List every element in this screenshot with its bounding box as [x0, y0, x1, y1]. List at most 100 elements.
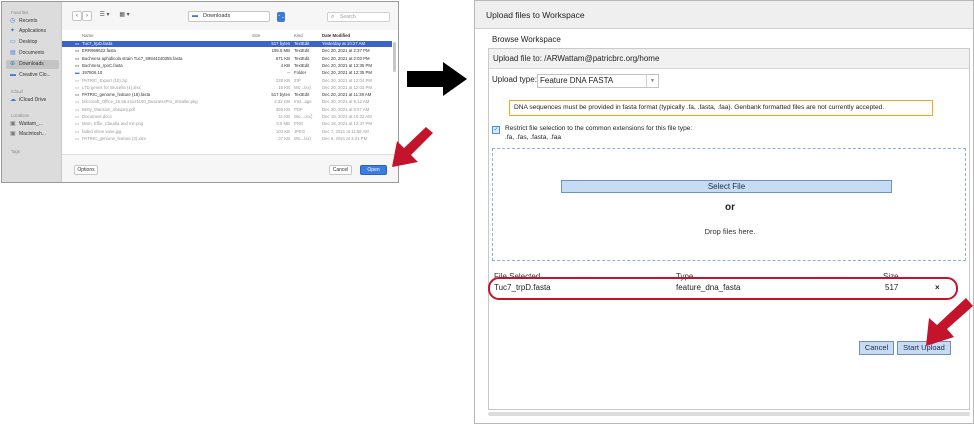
upload-files-dialog: Upload files to Workspace Browse Workspa… [474, 0, 974, 424]
file-row[interactable]: ▬ 197806.10 -- Folder Dec 20, 2021 at 12:35 … [62, 70, 392, 76]
chevron-updown-icon[interactable]: ⌃⌄ [277, 12, 285, 22]
sidebar-item-recents[interactable]: ◷ Recents [6, 17, 59, 26]
folder-icon: ▬ [75, 70, 80, 76]
file-row: ▭ PATRIC_genome_feature (3).xlsx 37 KB Mic.… [62, 136, 392, 142]
file-date: Dec 20, 2021 at 8:57 AM [322, 106, 370, 112]
sidebar-heading-tags: Tags [11, 149, 20, 154]
file-open-dialog: Favorites ◷ Recents ✦ Applications ▭ Deskto… [1, 1, 399, 183]
file-name: Microsoft_Office_16.56.21121100_Business… [82, 99, 198, 105]
file-name: Betty_Mansion_obituary.pdf [82, 106, 135, 112]
file-row: ▭ LTD genes for Brucella (4).xlsx 16 KB Mic… [62, 85, 392, 91]
file-icon: ▭ [75, 114, 80, 119]
browse-workspace-link[interactable]: Browse Workspace [492, 35, 561, 44]
file-drop-zone[interactable]: Select File or Drop files here. [492, 148, 966, 261]
file-row[interactable]: ▭ Buchnera_rpoC.fasta 4 KB TextEdit Dec 20, … [62, 63, 392, 69]
remove-file-icon[interactable]: × [935, 281, 940, 295]
file-icon: ▭ [75, 135, 80, 141]
column-name[interactable]: Name [82, 33, 93, 38]
file-date: Dec 20, 2021 at 12:03 PM [322, 84, 372, 90]
sidebar-item-macintosh[interactable]: ▣ Macintosh... [6, 130, 59, 139]
file-date: Dec 20, 2021 at 12:35 PM [322, 70, 372, 76]
drop-files-hint: Drop files here. [704, 227, 756, 236]
format-warning: DNA sequences must be provided in fasta … [509, 100, 933, 116]
options-button[interactable]: Options [74, 165, 98, 175]
file-name: Document.docx [82, 114, 112, 119]
folder-icon: ▬ [192, 13, 198, 19]
location-dropdown[interactable]: ▬ Downloads ⌃⌄ [188, 11, 285, 22]
sidebar-heading-locations: Locations [11, 113, 29, 118]
cancel-button[interactable]: Cancel [329, 165, 352, 175]
folder-icon: ▬ [10, 72, 16, 78]
column-date-modified[interactable]: Date Modified [322, 33, 350, 38]
file-size: 517 bytes [271, 41, 290, 46]
column-type: Type [676, 272, 694, 281]
sidebar-heading-icloud: iCloud [11, 89, 23, 94]
file-size: -- [287, 70, 290, 76]
search-icon: ⌕ [331, 14, 335, 20]
file-size: 11 KB [278, 114, 290, 119]
file-size: 228 KB [275, 77, 290, 83]
file-icon: ▭ [75, 128, 80, 134]
file-row[interactable]: ▭ Buchnera aphidicola strain Tuc7_5984424… [62, 56, 392, 62]
file-date: Dec 20, 2021 at 12:04 PM [322, 77, 372, 83]
restrict-extensions-label: Restrict file selection to the common ex… [505, 125, 693, 132]
column-size[interactable]: Size [252, 33, 260, 38]
column-kind[interactable]: Kind [294, 33, 303, 38]
file-name: PATRIC_genome_feature (18).fasta [82, 92, 151, 98]
finder-toolbar: ‹ › ☰ ▾ ▦ ▾ ▬ Downloads ⌃⌄ ⌕ Search [62, 2, 398, 30]
cloud-icon: ☁ [10, 97, 16, 103]
sidebar-item-documents[interactable]: ▤ Documents [6, 49, 59, 58]
file-icon: ▭ [75, 84, 80, 90]
sidebar-item-downloads[interactable]: ⊕ Downloads [6, 60, 59, 69]
column-size: Size [883, 272, 899, 281]
file-icon: ▭ [75, 121, 80, 127]
file-kind: TextEdit [294, 55, 310, 61]
file-name: 197806.10 [82, 70, 103, 76]
file-name: Tuc7_trpD.fasta [82, 41, 113, 46]
file-row: ▭ Document.docx 11 KB Mic...ocx) Dec 19, 202… [62, 114, 392, 120]
red-arrow-to-start-upload [926, 298, 973, 346]
applications-icon: ✦ [10, 28, 16, 34]
file-size: 671 KB [275, 55, 290, 61]
file-kind: Folder [294, 70, 307, 76]
restrict-extensions-checkbox[interactable]: ✓ [492, 126, 500, 134]
red-arrow-to-open [392, 127, 433, 167]
file-kind: JPEG [294, 128, 306, 134]
file-icon: ▭ [75, 99, 80, 105]
file-icon: ▭ [75, 48, 80, 54]
sidebar-item-desktop[interactable]: ▭ Desktop [6, 38, 59, 47]
sidebar-item-applications[interactable]: ✦ Applications [6, 27, 59, 36]
file-name: Buchnera aphidicola strain Tuc7_59844240… [82, 55, 183, 61]
sidebar-item-icloud-drive[interactable]: ☁ iCloud Drive [6, 96, 59, 105]
upload-type-select[interactable]: Feature DNA FASTA ▼ [537, 74, 659, 88]
file-icon: ▭ [75, 77, 80, 83]
file-icon: ▭ [75, 41, 80, 46]
file-list-header: Name Size Kind Date Modified [62, 32, 392, 40]
cancel-button[interactable]: Cancel [859, 341, 894, 355]
finder-sidebar: Favorites ◷ Recents ✦ Applications ▭ Deskto… [2, 2, 62, 182]
file-row[interactable]: ▭ Tuc7_trpD.fasta 517 bytes TextEdit Yesterd… [62, 41, 392, 48]
grid-view-button[interactable]: ▦ ▾ [117, 11, 132, 21]
file-name: PATRIC_Export (10).zip [82, 77, 128, 83]
download-icon: ⊕ [10, 61, 16, 67]
file-row[interactable]: ▭ PATRIC_genome_feature (18).fasta 517 byt… [62, 92, 392, 98]
file-row[interactable]: ▭ ERR969622.fasta 195.5 MB TextEdit Dec 20, … [62, 48, 392, 54]
table-row: Tuc7_trpD.fasta feature_dna_fasta 517 × [490, 281, 968, 295]
search-input[interactable]: ⌕ Search [327, 12, 390, 22]
chevron-down-icon: ▼ [646, 75, 658, 87]
file-row: ▭ Microsoft_Office_16.56.21121100_Busines… [62, 99, 392, 105]
file-kind: Mic...lsx) [294, 135, 311, 141]
horizontal-scrollbar[interactable] [488, 412, 970, 416]
file-list-scrollbar[interactable] [393, 42, 396, 72]
file-date: Dec 19, 2021 at 10:32 AM [322, 114, 372, 119]
file-size: 195.5 MB [271, 48, 290, 54]
back-button[interactable]: ‹ [72, 11, 82, 21]
sidebar-item-wattam[interactable]: ▣ Wattam_... [6, 120, 59, 129]
sidebar-item-creative-cloud[interactable]: ▬ Creative Clo... [6, 71, 59, 80]
select-file-button[interactable]: Select File [561, 180, 892, 193]
file-size: 517 bytes [271, 92, 290, 98]
file-kind: TextEdit [294, 92, 310, 98]
list-view-button[interactable]: ☰ ▾ [97, 11, 112, 21]
file-kind: Mic...ocx) [294, 114, 313, 119]
forward-button[interactable]: › [82, 11, 92, 21]
